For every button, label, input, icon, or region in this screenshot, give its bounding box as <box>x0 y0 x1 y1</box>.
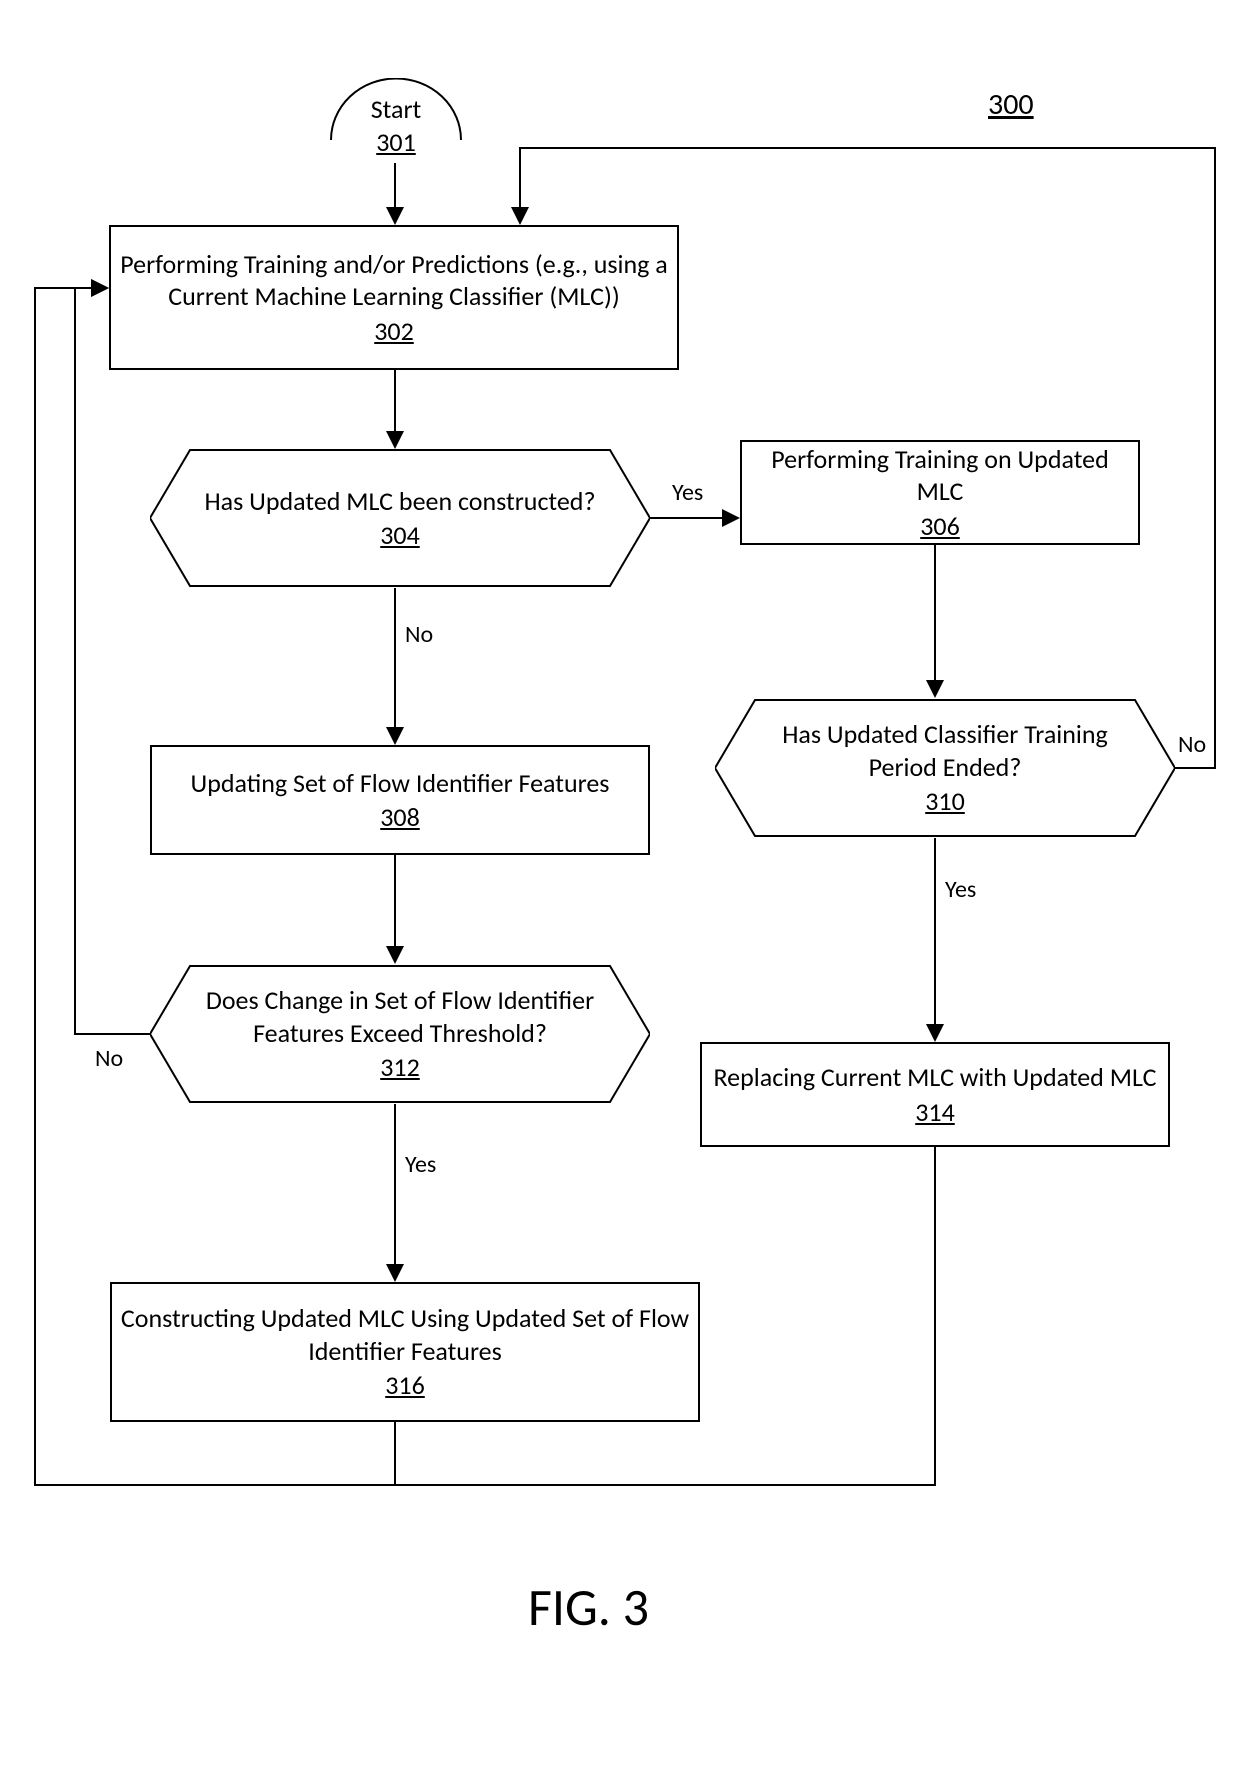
start-terminator: Start 301 <box>316 78 476 163</box>
process-302: Performing Training and/or Predictions (… <box>109 225 679 370</box>
process-306-label: Performing Training on Updated MLC <box>742 443 1138 508</box>
edge-label-310-no: No <box>1178 730 1206 759</box>
edge-label-310-yes: Yes <box>945 875 976 904</box>
decision-304-label: Has Updated MLC been constructed? <box>164 485 635 518</box>
process-316-label: Constructing Updated MLC Using Updated S… <box>112 1302 698 1367</box>
process-316-ref: 316 <box>385 1369 425 1402</box>
process-302-label: Performing Training and/or Predictions (… <box>111 248 677 313</box>
edge-label-304-no: No <box>405 620 433 649</box>
decision-304: Has Updated MLC been constructed? 304 <box>150 448 650 588</box>
process-308-label: Updating Set of Flow Identifier Features <box>185 767 616 800</box>
decision-312-label: Does Change in Set of Flow Identifier Fe… <box>150 984 650 1049</box>
decision-310-label: Has Updated Classifier Training Period E… <box>715 718 1175 783</box>
edge-label-304-yes: Yes <box>672 478 703 507</box>
process-314-label: Replacing Current MLC with Updated MLC <box>708 1061 1163 1094</box>
figure-caption: FIG. 3 <box>528 1575 649 1639</box>
process-306-ref: 306 <box>920 510 960 543</box>
process-306: Performing Training on Updated MLC 306 <box>740 440 1140 545</box>
edge-label-312-no: No <box>95 1044 123 1073</box>
decision-312: Does Change in Set of Flow Identifier Fe… <box>150 964 650 1104</box>
edge-label-312-yes: Yes <box>405 1150 436 1179</box>
decision-312-ref: 312 <box>380 1051 420 1084</box>
page-reference: 300 <box>988 86 1034 123</box>
process-308: Updating Set of Flow Identifier Features… <box>150 745 650 855</box>
decision-310-ref: 310 <box>925 785 965 818</box>
process-308-ref: 308 <box>380 801 420 834</box>
decision-304-ref: 304 <box>380 519 420 552</box>
process-302-ref: 302 <box>374 315 414 348</box>
start-label: Start <box>371 93 422 126</box>
hexagon-icon <box>150 448 650 588</box>
start-ref: 301 <box>376 126 416 159</box>
process-314: Replacing Current MLC with Updated MLC 3… <box>700 1042 1170 1147</box>
process-316: Constructing Updated MLC Using Updated S… <box>110 1282 700 1422</box>
process-314-ref: 314 <box>915 1096 955 1129</box>
decision-310: Has Updated Classifier Training Period E… <box>715 698 1175 838</box>
